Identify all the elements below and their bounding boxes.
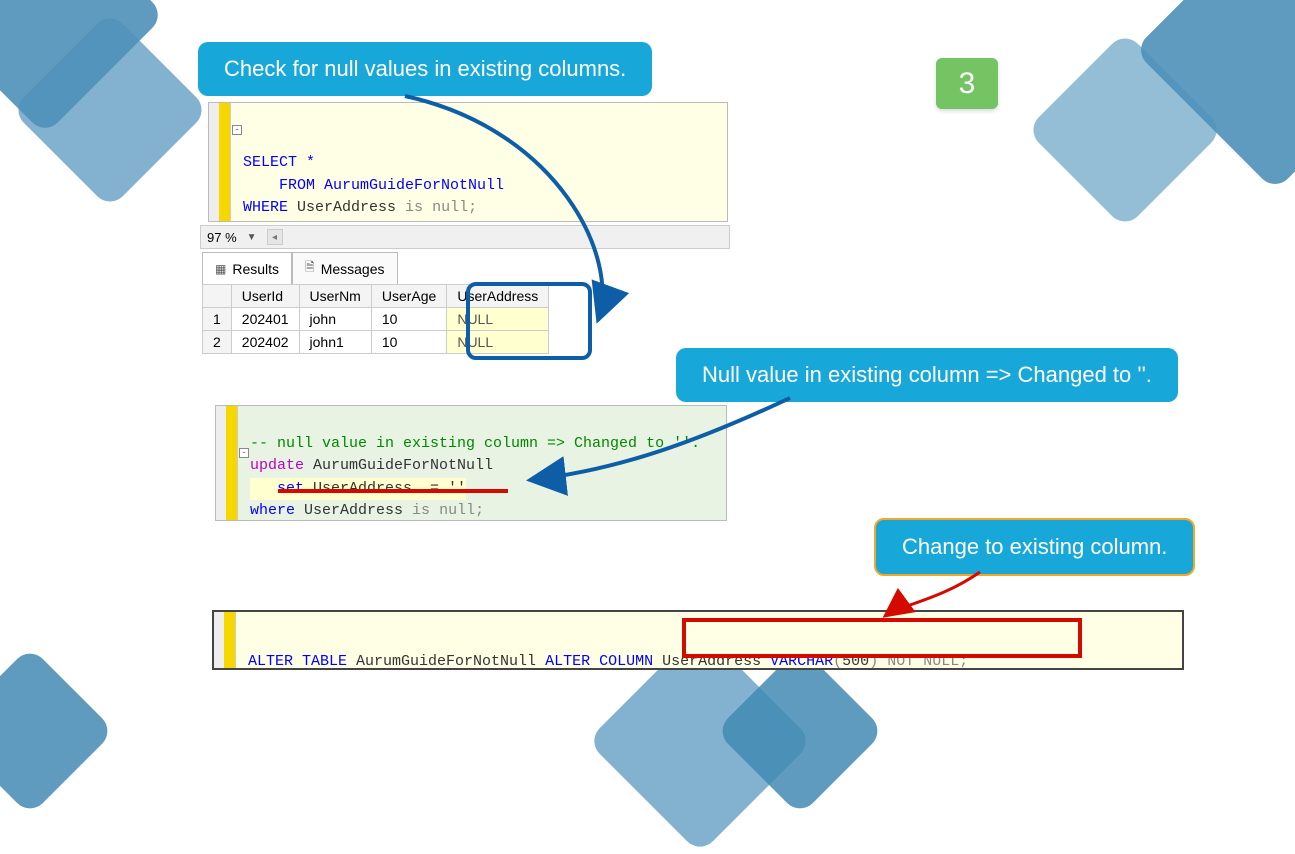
sql-punct: ; — [475, 502, 484, 519]
callout-check-null: Check for null values in existing column… — [198, 42, 652, 96]
table-row[interactable]: 2 202402 john1 10 NULL — [203, 331, 549, 354]
sql-identifier: AurumGuideForNotNull — [304, 457, 493, 474]
bg-diamond — [0, 646, 115, 816]
callout-change-existing: Change to existing column. — [874, 518, 1195, 576]
results-tabs: ▦ Results 🗎 Messages — [202, 252, 398, 285]
results-grid[interactable]: UserId UserNm UserAge UserAddress 1 2024… — [202, 284, 549, 354]
zoom-dropdown-icon[interactable]: ▼ — [241, 232, 263, 243]
sql-identifier: AurumGuideForNotNull — [347, 653, 545, 670]
sql-editor-select[interactable]: - SELECT * FROM AurumGuideForNotNull WHE… — [208, 102, 728, 222]
sql-keyword: VARCHAR — [770, 653, 833, 670]
sql-punct: ; — [959, 653, 968, 670]
cell-userid[interactable]: 202402 — [231, 331, 299, 354]
sql-line — [243, 132, 252, 149]
cell-useraddress[interactable]: NULL — [447, 308, 549, 331]
editor-zoom-bar: 97 % ▼ ◂ — [200, 225, 730, 249]
cell-userage[interactable]: 10 — [371, 308, 446, 331]
sql-identifier: UserAddress — [653, 653, 770, 670]
sql-keyword: TABLE — [293, 653, 347, 670]
sql-text: UserAddress = '' — [304, 480, 466, 497]
grid-header[interactable]: UserAddress — [447, 285, 549, 308]
grid-header[interactable]: UserNm — [299, 285, 371, 308]
emphasis-underline — [278, 489, 508, 493]
row-number: 2 — [203, 331, 232, 354]
sql-comment: -- null value in existing column => Chan… — [250, 435, 700, 452]
row-number: 1 — [203, 308, 232, 331]
sql-keyword: FROM AurumGuideForNotNull — [279, 177, 504, 194]
sql-keyword: is — [412, 502, 430, 519]
sql-keyword: WHERE — [243, 199, 288, 216]
sql-punct: ) — [869, 653, 878, 670]
grid-header[interactable]: UserAge — [371, 285, 446, 308]
cell-userid[interactable]: 202401 — [231, 308, 299, 331]
sql-number: 500 — [842, 653, 869, 670]
tab-results[interactable]: ▦ Results — [202, 252, 292, 285]
cell-userage[interactable]: 10 — [371, 331, 446, 354]
grid-icon: ▦ — [215, 262, 226, 276]
sql-keyword: SELECT * — [243, 154, 315, 171]
sql-keyword: where — [250, 502, 295, 519]
sql-text: UserAddress — [295, 502, 412, 519]
sql-keyword: COLUMN — [590, 653, 653, 670]
sql-keyword: NOT NULL — [878, 653, 959, 670]
table-row[interactable]: 1 202401 john 10 NULL — [203, 308, 549, 331]
cell-usernm[interactable]: john — [299, 308, 371, 331]
messages-icon: 🗎 — [305, 258, 315, 279]
sql-editor-update[interactable]: - -- null value in existing column => Ch… — [215, 405, 727, 521]
tab-label: Results — [232, 261, 279, 277]
tab-label: Messages — [321, 261, 385, 277]
sql-keyword: ALTER — [545, 653, 590, 670]
tab-messages[interactable]: 🗎 Messages — [292, 252, 397, 285]
callout-changed-to: Null value in existing column => Changed… — [676, 348, 1178, 402]
step-number-badge: 3 — [936, 58, 998, 109]
sql-keyword: set — [277, 480, 304, 497]
zoom-value[interactable]: 97 % — [207, 230, 237, 245]
cell-useraddress[interactable]: NULL — [447, 331, 549, 354]
sql-punct: ( — [833, 653, 842, 670]
grid-header[interactable]: UserId — [231, 285, 299, 308]
sql-keyword: update — [250, 457, 304, 474]
sql-keyword: null — [430, 502, 475, 519]
cell-usernm[interactable]: john1 — [299, 331, 371, 354]
sql-keyword: ALTER — [248, 653, 293, 670]
sql-editor-alter[interactable]: ALTER TABLE AurumGuideForNotNull ALTER C… — [212, 610, 1184, 670]
grid-corner — [203, 285, 232, 308]
scroll-left-icon[interactable]: ◂ — [267, 229, 283, 245]
